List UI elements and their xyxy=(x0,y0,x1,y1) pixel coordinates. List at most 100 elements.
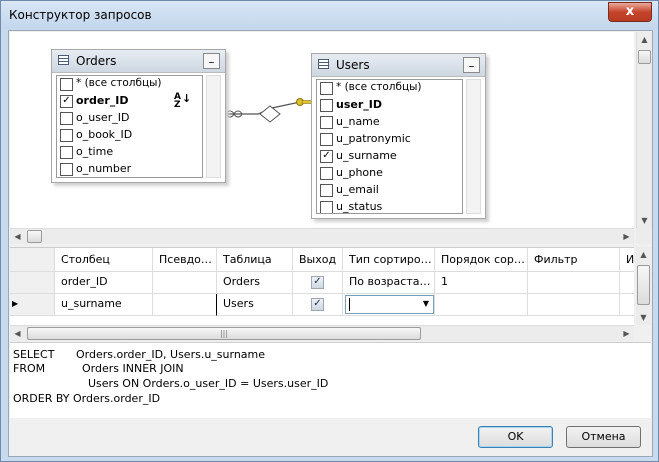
scroll-thumb[interactable]: ||| xyxy=(27,327,421,340)
scroll-thumb[interactable] xyxy=(637,265,650,305)
orders-table-header[interactable]: Orders _ xyxy=(52,50,225,73)
diagram-horizontal-scrollbar[interactable]: ◀ ▶ xyxy=(10,228,634,244)
scroll-left-icon[interactable]: ◀ xyxy=(10,229,25,244)
cell-alias[interactable] xyxy=(153,272,217,294)
window-title: Конструктор запросов xyxy=(9,8,152,22)
column-checkbox[interactable] xyxy=(60,163,73,176)
cell-filter[interactable] xyxy=(528,294,620,316)
column-row[interactable]: * (все столбцы) xyxy=(317,80,462,97)
cell-table[interactable]: Orders xyxy=(217,272,293,294)
header-sort-type[interactable]: Тип сортиро… xyxy=(343,248,435,272)
column-row[interactable]: u_name xyxy=(317,114,462,131)
users-column-list[interactable]: * (все столбцы) user_ID u_name u_patronymic… xyxy=(316,79,463,214)
orders-column-list[interactable]: * (все столбцы) ✓ order_ID A Z ↓ o_user_ID o_bo… xyxy=(56,75,203,178)
column-label: u_status xyxy=(336,200,383,213)
orders-table-box[interactable]: Orders _ * (все столбцы) ✓ order_ID A Z ↓ o_us… xyxy=(51,49,226,183)
row-selector[interactable] xyxy=(10,272,55,294)
column-row[interactable]: ✓ u_surname xyxy=(317,148,462,165)
column-row[interactable]: u_status xyxy=(317,199,462,213)
users-table-title: Users xyxy=(336,58,370,72)
cell-output[interactable]: ✓ xyxy=(293,294,343,316)
cell-or[interactable] xyxy=(620,294,634,316)
column-checkbox[interactable] xyxy=(320,133,333,146)
orders-list-scrollbar[interactable] xyxy=(206,75,221,178)
column-row[interactable]: * (все столбцы) xyxy=(57,76,202,93)
column-row[interactable]: ✓ order_ID A Z ↓ xyxy=(57,93,202,110)
column-label: u_name xyxy=(336,115,380,128)
cell-or[interactable] xyxy=(620,272,634,294)
column-checkbox[interactable]: ✓ xyxy=(320,150,333,163)
header-alias[interactable]: Псевдо… xyxy=(153,248,217,272)
cell-column[interactable]: u_surname xyxy=(55,294,153,316)
header-sort-order[interactable]: Порядок сор… xyxy=(435,248,528,272)
column-row[interactable]: u_patronymic xyxy=(317,131,462,148)
column-checkbox[interactable] xyxy=(60,78,73,91)
column-row[interactable]: user_ID xyxy=(317,97,462,114)
header-table[interactable]: Таблица xyxy=(217,248,293,272)
column-checkbox[interactable] xyxy=(60,112,73,125)
column-checkbox[interactable] xyxy=(320,82,333,95)
grid-horizontal-scrollbar[interactable]: ◀ ||| ▶ xyxy=(10,325,634,341)
column-checkbox[interactable] xyxy=(60,129,73,142)
column-row[interactable]: o_time xyxy=(57,144,202,161)
cell-sort-order[interactable]: 1 xyxy=(435,272,528,294)
minimize-button[interactable]: _ xyxy=(203,53,220,69)
scroll-down-icon[interactable]: ▼ xyxy=(637,213,652,228)
header-filter[interactable]: Фильтр xyxy=(528,248,620,272)
scroll-thumb[interactable] xyxy=(638,50,651,64)
column-checkbox[interactable] xyxy=(320,99,333,112)
table-icon xyxy=(58,55,69,65)
grid-vertical-scrollbar[interactable]: ▲ ▼ xyxy=(636,247,651,325)
cell-sort-order[interactable] xyxy=(435,294,528,316)
sql-select-list: Orders.order_ID, Users.u_surname xyxy=(76,348,266,361)
dropdown-arrow-icon[interactable]: ▼ xyxy=(423,299,429,308)
diagram-pane[interactable]: Orders _ * (все столбцы) ✓ order_ID A Z ↓ o_us… xyxy=(10,32,634,228)
users-table-box[interactable]: Users _ * (все столбцы) user_ID u_name u_pa… xyxy=(311,53,486,219)
criteria-grid[interactable]: Столбец Псевдо… Таблица Выход Тип сортир… xyxy=(10,247,634,326)
column-row[interactable]: o_number xyxy=(57,161,202,177)
scroll-right-icon[interactable]: ▶ xyxy=(619,229,634,244)
cell-table[interactable]: Users xyxy=(217,294,293,316)
header-output[interactable]: Выход xyxy=(293,248,343,272)
output-checkbox[interactable]: ✓ xyxy=(311,298,324,311)
cell-column[interactable]: order_ID xyxy=(55,272,153,294)
minimize-button[interactable]: _ xyxy=(463,57,480,73)
scroll-left-icon[interactable]: ◀ xyxy=(10,326,25,341)
column-checkbox[interactable] xyxy=(320,167,333,180)
users-list-scrollbar[interactable] xyxy=(466,79,481,214)
row-selector[interactable]: ▶ xyxy=(10,294,55,316)
title-bar[interactable]: Конструктор запросов x xyxy=(1,1,658,29)
users-table-header[interactable]: Users _ xyxy=(312,54,485,77)
cell-alias[interactable] xyxy=(153,294,217,316)
scroll-right-icon[interactable]: ▶ xyxy=(619,326,634,341)
sort-type-combobox[interactable]: ▼ xyxy=(345,295,434,314)
column-label: o_number xyxy=(76,162,132,175)
scroll-up-icon[interactable]: ▲ xyxy=(636,247,651,262)
scroll-up-icon[interactable]: ▲ xyxy=(637,32,652,47)
column-checkbox[interactable] xyxy=(320,201,333,213)
cell-sort-type[interactable]: ▼ xyxy=(343,294,435,316)
sql-pane[interactable]: SELECT Orders.order_ID, Users.u_surname … xyxy=(10,342,651,418)
output-checkbox[interactable]: ✓ xyxy=(311,276,324,289)
header-column[interactable]: Столбец xyxy=(55,248,153,272)
column-checkbox[interactable] xyxy=(320,184,333,197)
dialog-client-area: Orders _ * (все столбцы) ✓ order_ID A Z ↓ o_us… xyxy=(8,30,653,457)
column-row[interactable]: u_phone xyxy=(317,165,462,182)
scroll-down-icon[interactable]: ▼ xyxy=(636,310,651,325)
column-row[interactable]: o_user_ID xyxy=(57,110,202,127)
cell-output[interactable]: ✓ xyxy=(293,272,343,294)
scroll-thumb[interactable] xyxy=(27,230,42,243)
column-checkbox[interactable] xyxy=(320,116,333,129)
cell-sort-type[interactable]: По возраста… xyxy=(343,272,435,294)
column-checkbox[interactable]: ✓ xyxy=(60,95,73,108)
header-or[interactable]: И xyxy=(620,248,634,272)
close-button[interactable]: x xyxy=(608,2,652,22)
column-row[interactable]: o_book_ID xyxy=(57,127,202,144)
cell-filter[interactable] xyxy=(528,272,620,294)
column-checkbox[interactable] xyxy=(60,146,73,159)
diagram-vertical-scrollbar[interactable]: ▲ ▼ xyxy=(636,32,652,228)
ok-button[interactable]: OK xyxy=(478,426,553,448)
az-sort-icon: AZ xyxy=(174,92,181,110)
column-row[interactable]: u_email xyxy=(317,182,462,199)
cancel-button[interactable]: Отмена xyxy=(566,426,641,448)
